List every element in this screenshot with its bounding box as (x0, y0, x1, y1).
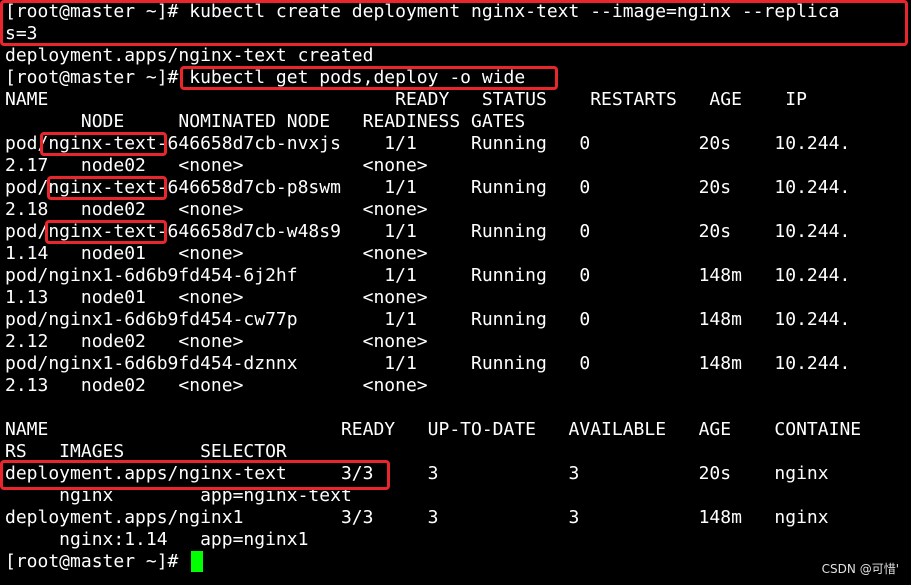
highlight-box-pod-name-2 (47, 176, 167, 200)
terminal-line-6: NODE NOMINATED NODE READINESS GATES (5, 111, 526, 132)
terminal-line-3: deployment.apps/nginx-text created (5, 45, 374, 66)
terminal-line-8: 2.17 node02 <none> <none> (5, 155, 428, 176)
terminal-line-15: pod/nginx1-6d6b9fd454-cw77p 1/1 Running … (5, 309, 851, 330)
highlight-box-deployment-row (0, 460, 390, 490)
terminal-line-18: 2.13 node02 <none> <none> (5, 375, 428, 396)
terminal-line-24: deployment.apps/nginx1 3/3 3 3 148m ngin… (5, 507, 829, 528)
terminal-line-25: nginx:1.14 app=nginx1 (5, 529, 309, 550)
terminal-line-16: 2.12 node02 <none> <none> (5, 331, 428, 352)
terminal-prompt-line[interactable]: [root@master ~]# (5, 551, 189, 573)
highlight-box-get-command (180, 66, 558, 90)
terminal-line-20: NAME READY UP-TO-DATE AVAILABLE AGE CONT… (5, 419, 862, 440)
highlight-box-pod-name-3 (45, 220, 167, 244)
terminal-line-12: 1.14 node01 <none> <none> (5, 243, 428, 264)
terminal-line-14: 1.13 node01 <none> <none> (5, 287, 428, 308)
terminal-line-13: pod/nginx1-6d6b9fd454-6j2hf 1/1 Running … (5, 265, 851, 286)
highlight-box-pod-name-1 (40, 132, 167, 156)
terminal-line-10: 2.18 node02 <none> <none> (5, 199, 428, 220)
terminal-cursor (191, 551, 203, 572)
terminal-line-5: NAME READY STATUS RESTARTS AGE IP (5, 89, 807, 110)
terminal-window[interactable]: [root@master ~]# kubectl create deployme… (0, 0, 911, 585)
terminal-line-17: pod/nginx1-6d6b9fd454-dznnx 1/1 Running … (5, 353, 851, 374)
watermark: CSDN @可惜' (821, 562, 899, 576)
highlight-box-create-command (0, 0, 908, 46)
